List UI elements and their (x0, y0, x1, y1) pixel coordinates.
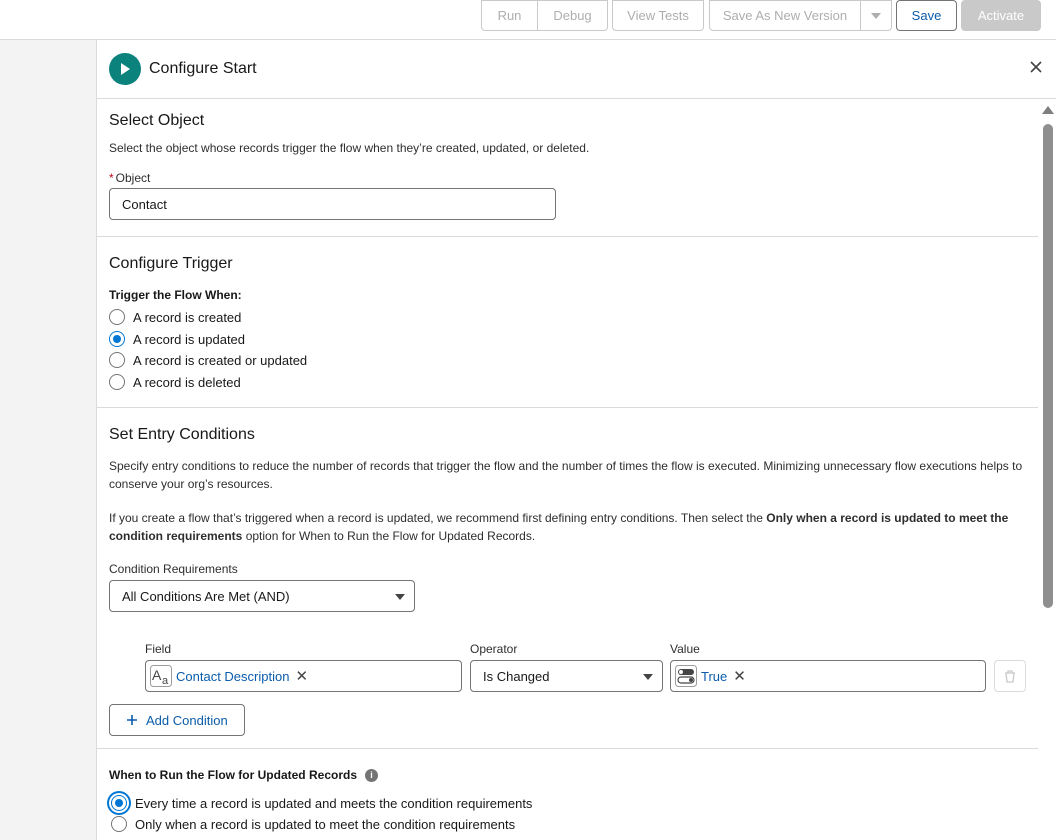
debug-button[interactable]: Debug (537, 0, 608, 31)
vertical-scrollbar[interactable] (1038, 100, 1056, 840)
radio-button[interactable] (109, 374, 125, 390)
scroll-up-icon[interactable] (1042, 106, 1054, 114)
condition-requirements-select[interactable]: All Conditions Are Met (AND) (109, 580, 415, 612)
plus-icon (127, 715, 137, 725)
svg-text:A: A (152, 667, 162, 683)
chevron-down-icon (643, 674, 653, 680)
entry-conditions-section: Set Entry Conditions Specify entry condi… (97, 408, 1038, 749)
select-object-section: Select Object Select the object whose re… (97, 100, 1038, 237)
panel-body: Select Object Select the object whose re… (97, 100, 1056, 840)
value-label: Value (670, 642, 700, 656)
trash-icon (1005, 669, 1015, 683)
flow-builder-toolbar: Run Debug View Tests Save As New Version… (0, 0, 1056, 40)
radio-button-checked[interactable] (111, 795, 127, 811)
radio-record-created-or-updated[interactable]: A record is created or updated (109, 350, 307, 370)
view-tests-button[interactable]: View Tests (612, 0, 704, 31)
when-to-run-section: When to Run the Flow for Updated Records… (97, 749, 1038, 840)
operator-label: Operator (470, 642, 518, 656)
section-description: Specify entry conditions to reduce the n… (109, 459, 1023, 491)
close-icon[interactable] (1026, 57, 1046, 77)
panel-title: Configure Start (149, 60, 257, 77)
radio-button[interactable] (109, 309, 125, 325)
info-icon[interactable]: i (365, 768, 378, 782)
radio-button[interactable] (111, 816, 127, 832)
section-title: Configure Trigger (109, 255, 233, 272)
radio-record-deleted[interactable]: A record is deleted (109, 372, 241, 392)
field-input[interactable]: A a Contact Description ✕ (145, 660, 462, 692)
condition-requirements-label: Condition Requirements (109, 562, 238, 576)
field-label: Field (145, 642, 172, 656)
required-marker: * (109, 171, 114, 185)
chevron-down-icon (871, 12, 881, 19)
remove-icon[interactable]: ✕ (295, 667, 308, 685)
configure-start-panel: Configure Start Select Object Select the… (97, 40, 1056, 840)
value-pill[interactable]: True ✕ (701, 664, 746, 688)
canvas-area (0, 40, 97, 840)
section-description: Select the object whose records trigger … (109, 141, 590, 155)
configure-trigger-section: Configure Trigger Trigger the Flow When:… (97, 237, 1038, 408)
operator-select[interactable]: Is Changed (470, 660, 663, 692)
field-pill[interactable]: Contact Description ✕ (176, 664, 308, 688)
radio-button-checked[interactable] (109, 331, 125, 347)
save-options-dropdown[interactable] (860, 0, 892, 31)
radio-button[interactable] (109, 352, 125, 368)
when-to-run-label: When to Run the Flow for Updated Records… (109, 768, 378, 782)
run-button[interactable]: Run (481, 0, 538, 31)
radio-record-updated[interactable]: A record is updated (109, 329, 245, 349)
trigger-label: Trigger the Flow When: (109, 288, 242, 302)
chevron-down-icon (395, 594, 405, 600)
panel-header: Configure Start (97, 40, 1056, 99)
save-as-new-version-button[interactable]: Save As New Version (709, 0, 861, 31)
scroll-thumb[interactable] (1043, 124, 1053, 608)
value-input[interactable]: True ✕ (670, 660, 986, 692)
text-field-icon: A a (150, 665, 172, 687)
object-input[interactable]: Contact (109, 188, 556, 220)
section-title: Select Object (109, 112, 205, 129)
svg-text:a: a (162, 675, 169, 687)
remove-icon[interactable]: ✕ (733, 667, 746, 685)
section-title: Set Entry Conditions (109, 426, 255, 443)
recommendation-text: If you create a flow that’s triggered wh… (109, 511, 1009, 543)
save-button[interactable]: Save (896, 0, 957, 31)
play-icon (109, 53, 141, 85)
radio-record-created[interactable]: A record is created (109, 307, 241, 327)
delete-condition-button[interactable] (994, 660, 1026, 692)
add-condition-button[interactable]: Add Condition (109, 704, 245, 736)
object-field-label: * Object (109, 171, 151, 185)
activate-button[interactable]: Activate (961, 0, 1041, 31)
toggle-icon (675, 665, 697, 687)
radio-only-when-updated[interactable]: Only when a record is updated to meet th… (109, 814, 515, 834)
radio-every-time-updated[interactable]: Every time a record is updated and meets… (109, 793, 532, 813)
